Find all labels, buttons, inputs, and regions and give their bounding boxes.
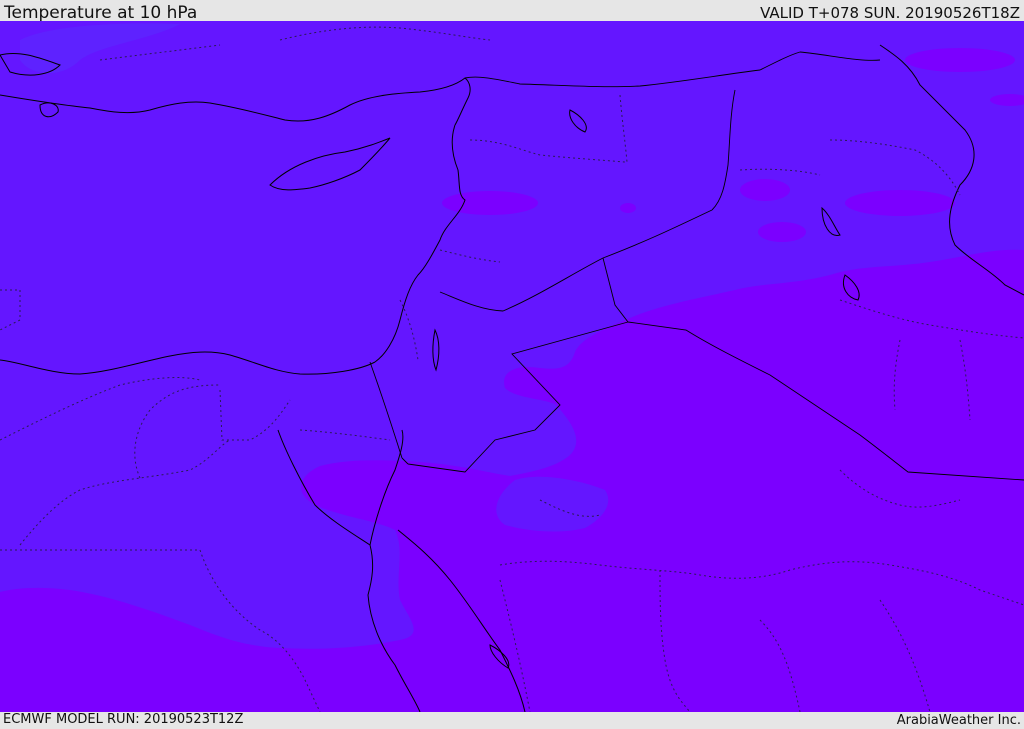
- valid-time-label: VALID T+078 SUN. 20190526T18Z: [760, 4, 1020, 22]
- field-violet-patch-5: [620, 203, 636, 213]
- field-violet-patch-3: [758, 222, 806, 242]
- footer-bar: ECMWF MODEL RUN: 20190523T12Z ArabiaWeat…: [0, 712, 1024, 729]
- credit-label: ArabiaWeather Inc.: [896, 713, 1021, 728]
- field-violet-patch-1: [442, 191, 538, 215]
- field-violet-patch-6: [905, 48, 1015, 72]
- map-canvas: [0, 21, 1024, 712]
- field-violet-patch-2: [740, 179, 790, 201]
- weather-map[interactable]: [0, 21, 1024, 712]
- model-run-label: ECMWF MODEL RUN: 20190523T12Z: [3, 712, 244, 727]
- header-bar: Temperature at 10 hPa VALID T+078 SUN. 2…: [0, 0, 1024, 23]
- field-violet-patch-4: [845, 190, 955, 216]
- map-title: Temperature at 10 hPa: [4, 3, 198, 23]
